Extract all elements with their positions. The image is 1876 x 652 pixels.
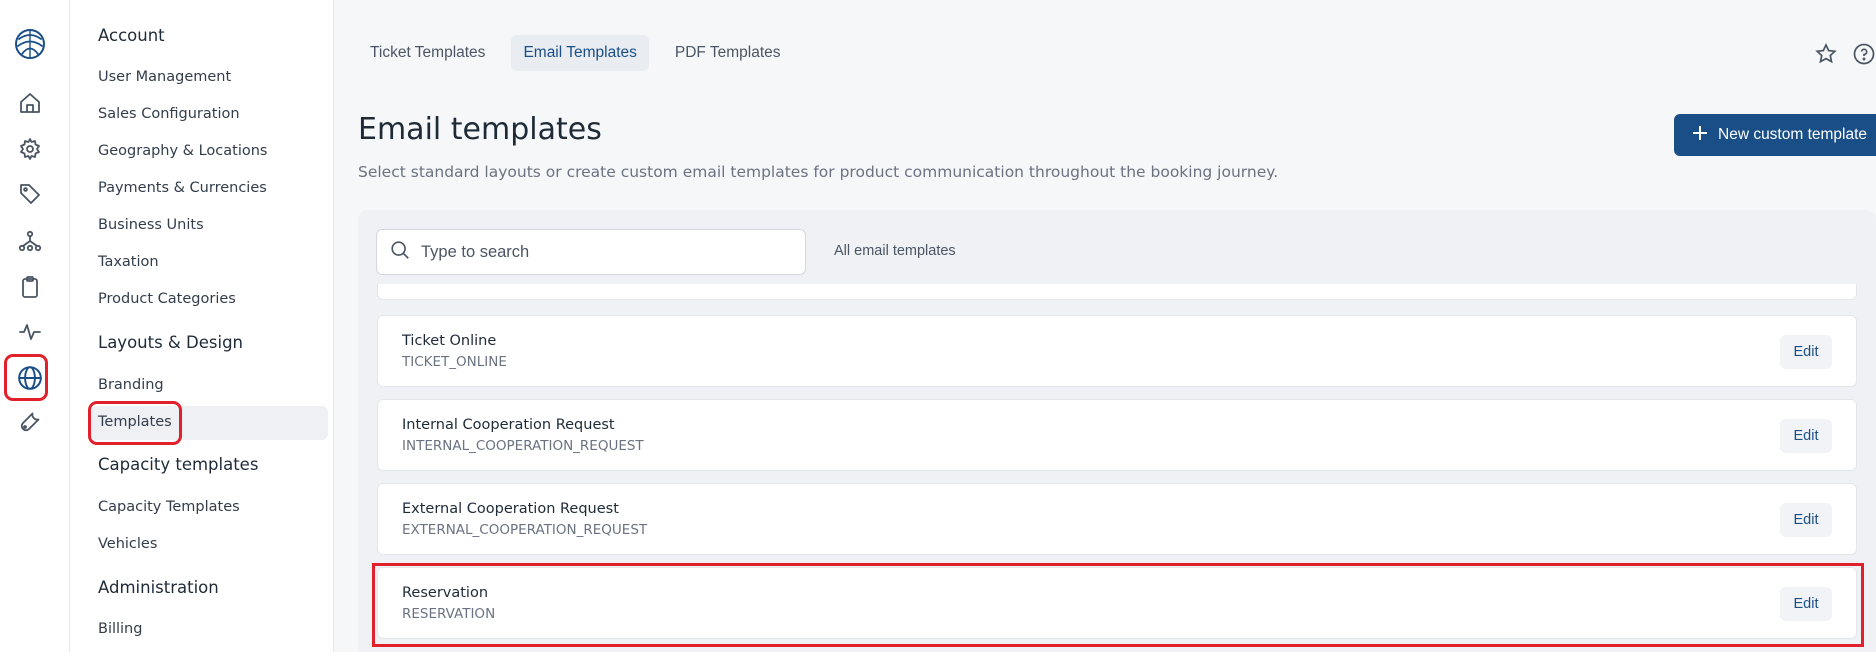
- search-icon: [389, 239, 411, 265]
- section-title-administration: Administration: [98, 578, 219, 597]
- settings-gear-icon[interactable]: [16, 135, 44, 163]
- tab-pdf-templates[interactable]: PDF Templates: [663, 35, 793, 71]
- templates-panel: All email templates Ticket Online TICKET…: [358, 210, 1876, 652]
- template-row: External Cooperation Request EXTERNAL_CO…: [377, 483, 1857, 555]
- template-tabs: Ticket Templates Email Templates PDF Tem…: [358, 35, 793, 71]
- template-row: Ticket Online TICKET_ONLINE Edit: [377, 315, 1857, 387]
- template-code: TICKET_ONLINE: [402, 354, 507, 370]
- tag-icon[interactable]: [16, 180, 44, 208]
- edit-button[interactable]: Edit: [1780, 503, 1832, 537]
- template-name: External Cooperation Request: [402, 501, 619, 517]
- new-custom-template-button[interactable]: New custom template: [1674, 114, 1876, 156]
- new-custom-template-label: New custom template: [1718, 126, 1868, 143]
- edit-button[interactable]: Edit: [1780, 335, 1832, 369]
- activity-icon[interactable]: [16, 318, 44, 346]
- main-content: Ticket Templates Email Templates PDF Tem…: [334, 0, 1876, 652]
- clipboard-icon[interactable]: [16, 273, 44, 301]
- template-name: Internal Cooperation Request: [402, 417, 615, 433]
- section-title-account: Account: [98, 26, 165, 45]
- plus-icon: [1692, 125, 1708, 146]
- star-icon[interactable]: [1814, 42, 1838, 70]
- annotation-highlight-reservation: [372, 563, 1864, 647]
- edit-button[interactable]: Edit: [1780, 419, 1832, 453]
- sidebar-item-product-categories[interactable]: Product Categories: [98, 291, 236, 307]
- section-title-capacity-templates: Capacity templates: [98, 455, 259, 474]
- annotation-highlight-globe: [4, 354, 48, 401]
- template-name: Ticket Online: [402, 333, 497, 349]
- wrench-icon[interactable]: [16, 408, 44, 436]
- sidebar-item-taxation[interactable]: Taxation: [98, 254, 159, 270]
- sidebar-item-geography-locations[interactable]: Geography & Locations: [98, 143, 267, 159]
- template-code: EXTERNAL_COOPERATION_REQUEST: [402, 522, 648, 538]
- sidebar-item-branding[interactable]: Branding: [98, 377, 164, 393]
- section-title-layouts-design: Layouts & Design: [98, 333, 244, 352]
- sidebar-item-sales-configuration[interactable]: Sales Configuration: [98, 106, 240, 122]
- help-icon[interactable]: [1852, 42, 1876, 70]
- icon-rail: [0, 0, 70, 652]
- page-title: Email templates: [358, 112, 602, 147]
- sidebar-item-vehicles[interactable]: Vehicles: [98, 536, 157, 552]
- page-subtitle: Select standard layouts or create custom…: [358, 163, 1279, 181]
- sidebar-item-business-units[interactable]: Business Units: [98, 217, 204, 233]
- top-actions: [1814, 42, 1876, 70]
- sidebar-item-user-management[interactable]: User Management: [98, 69, 231, 85]
- filter-label[interactable]: All email templates: [834, 243, 956, 259]
- sidebar-item-billing[interactable]: Billing: [98, 621, 142, 637]
- template-row: Internal Cooperation Request INTERNAL_CO…: [377, 399, 1857, 471]
- template-code: INTERNAL_COOPERATION_REQUEST: [402, 438, 644, 454]
- search-input[interactable]: [421, 242, 781, 262]
- network-icon[interactable]: [16, 227, 44, 255]
- logo-icon[interactable]: [13, 27, 47, 61]
- search-box[interactable]: [376, 229, 806, 275]
- annotation-highlight-templates: [88, 401, 182, 445]
- tab-email-templates[interactable]: Email Templates: [511, 35, 649, 71]
- tab-ticket-templates[interactable]: Ticket Templates: [358, 35, 497, 71]
- list-item-partial: [377, 284, 1857, 300]
- settings-sidebar: Account User Management Sales Configurat…: [70, 0, 334, 652]
- sidebar-item-payments-currencies[interactable]: Payments & Currencies: [98, 180, 267, 196]
- home-icon[interactable]: [16, 89, 44, 117]
- sidebar-item-capacity-templates[interactable]: Capacity Templates: [98, 499, 240, 515]
